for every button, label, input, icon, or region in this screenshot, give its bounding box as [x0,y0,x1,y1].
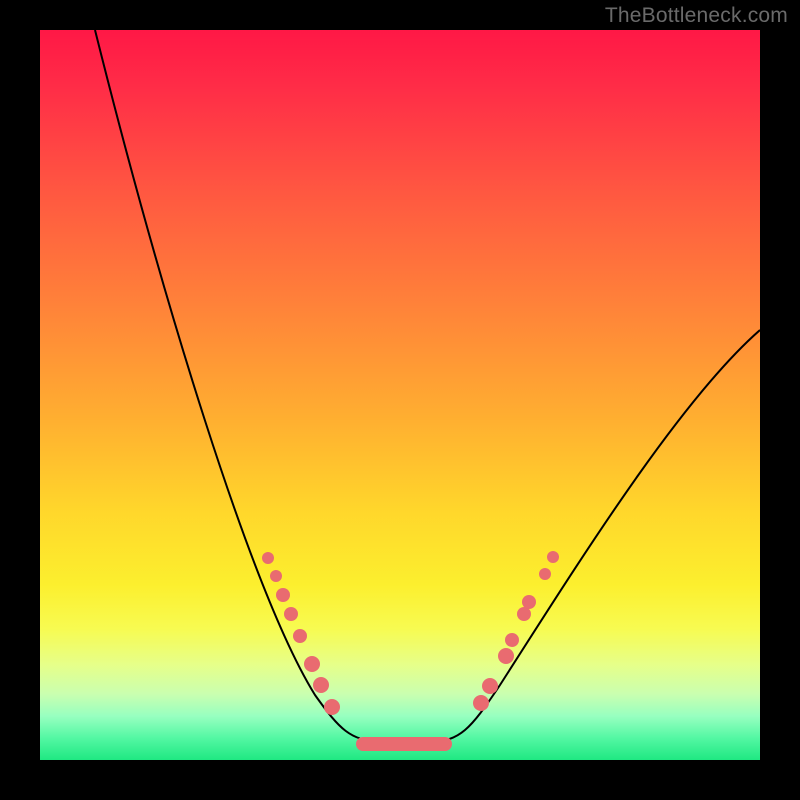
watermark-text: TheBottleneck.com [605,4,788,28]
marker-dot [293,629,307,643]
marker-dot [522,595,536,609]
marker-dot [547,551,559,563]
marker-dot [284,607,298,621]
marker-dot [324,699,340,715]
marker-dot [270,570,282,582]
markers-right [473,551,559,711]
marker-dot [498,648,514,664]
marker-dot [539,568,551,580]
marker-dot [304,656,320,672]
marker-dot [482,678,498,694]
marker-dot [276,588,290,602]
plot-area [40,30,760,760]
markers-left [262,552,340,715]
flat-segment [356,737,452,751]
marker-dot [313,677,329,693]
marker-dot [517,607,531,621]
marker-dot [262,552,274,564]
marker-dot [473,695,489,711]
marker-dot [505,633,519,647]
chart-svg [40,30,760,760]
chart-frame: TheBottleneck.com [0,0,800,800]
bottleneck-curve [95,30,760,742]
